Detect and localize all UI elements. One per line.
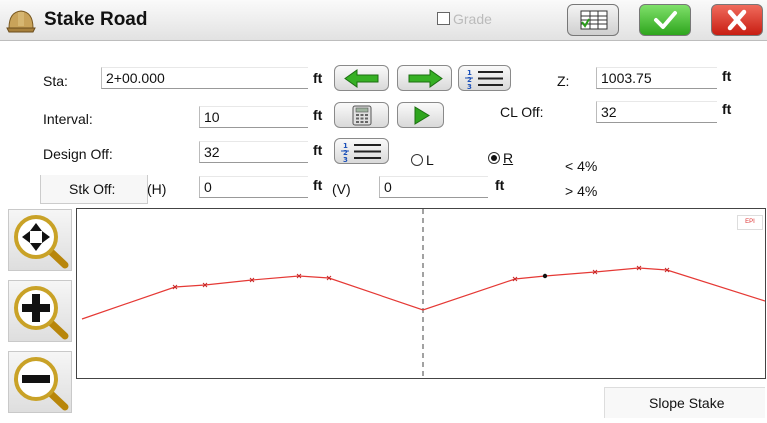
- z-unit: ft: [722, 68, 732, 84]
- stake-offset-button[interactable]: Stk Off:: [40, 175, 148, 204]
- design-off-unit: ft: [313, 142, 323, 158]
- list-icon: 1 2 3: [465, 69, 503, 91]
- list-icon: 1 2 3: [341, 142, 381, 164]
- previous-station-button[interactable]: [334, 65, 389, 91]
- accept-button[interactable]: [639, 4, 691, 36]
- design-off-list-button[interactable]: 1 2 3: [334, 138, 389, 164]
- svg-text:3: 3: [343, 156, 348, 164]
- interval-input[interactable]: [199, 106, 308, 128]
- checkmark-icon: [654, 11, 677, 29]
- interval-label: Interval:: [43, 111, 93, 127]
- zoom-out-button[interactable]: [8, 351, 72, 413]
- zoom-out-icon: [14, 357, 69, 411]
- side-right-label: R: [503, 150, 514, 166]
- cross-section-graphic: [81, 209, 766, 378]
- radio-circle: [411, 154, 423, 166]
- next-station-button[interactable]: [397, 65, 452, 91]
- sta-unit: ft: [313, 70, 323, 86]
- slope-stake-label: Slope Stake: [649, 395, 725, 411]
- play-button[interactable]: [397, 102, 444, 128]
- cl-off-label: CL Off:: [500, 104, 544, 120]
- v-offset-input[interactable]: [379, 176, 488, 198]
- design-off-label: Design Off:: [43, 146, 113, 162]
- sta-label: Sta:: [43, 73, 68, 89]
- side-left-radio[interactable]: L: [411, 152, 434, 168]
- h-unit: ft: [313, 177, 323, 193]
- cancel-button[interactable]: [711, 4, 763, 36]
- zoom-extents-icon: [14, 215, 69, 269]
- close-icon: [727, 9, 747, 31]
- z-label: Z:: [557, 73, 570, 89]
- profile-vertices: [172, 265, 670, 290]
- cl-off-unit: ft: [722, 101, 732, 117]
- page-title: Stake Road: [44, 9, 148, 30]
- cl-off-input[interactable]: [596, 101, 717, 123]
- station-list-button[interactable]: 1 2 3: [458, 65, 511, 91]
- radio-circle-selected: [488, 152, 500, 164]
- interval-unit: ft: [313, 107, 323, 123]
- zoom-in-icon: [14, 286, 69, 340]
- v-label: (V): [332, 181, 351, 197]
- stake-offset-label: Stk Off:: [69, 181, 116, 197]
- calculator-button[interactable]: [334, 102, 389, 128]
- h-label: (H): [147, 181, 167, 197]
- grade-checkbox[interactable]: Grade: [437, 11, 492, 27]
- v-unit: ft: [495, 177, 505, 193]
- svg-text:3: 3: [467, 83, 472, 91]
- grade-label: Grade: [453, 11, 492, 27]
- zoom-in-button[interactable]: [8, 280, 72, 342]
- design-off-input[interactable]: [199, 141, 308, 163]
- h-offset-input[interactable]: [199, 176, 308, 198]
- hard-hat-icon: [6, 10, 36, 33]
- grade-less-label: < 4%: [565, 158, 598, 174]
- grade-more-label: > 4%: [565, 183, 598, 199]
- arrow-right-icon: [408, 69, 443, 88]
- slope-stake-button[interactable]: Slope Stake: [604, 387, 765, 418]
- calculator-icon: [352, 105, 372, 126]
- play-icon: [414, 106, 430, 125]
- cross-section-plot: [76, 208, 766, 379]
- zoom-extents-button[interactable]: [8, 209, 72, 271]
- side-left-label: L: [426, 152, 434, 168]
- sta-input[interactable]: [101, 67, 308, 89]
- side-right-radio[interactable]: R: [488, 150, 513, 166]
- ep-badge: EPI: [737, 215, 763, 230]
- table-icon: [580, 10, 608, 30]
- table-view-button[interactable]: [567, 4, 619, 36]
- current-point-marker: [542, 273, 548, 279]
- arrow-left-icon: [344, 69, 379, 88]
- title-bar: Stake Road Grade: [0, 0, 767, 41]
- z-input[interactable]: [596, 67, 717, 89]
